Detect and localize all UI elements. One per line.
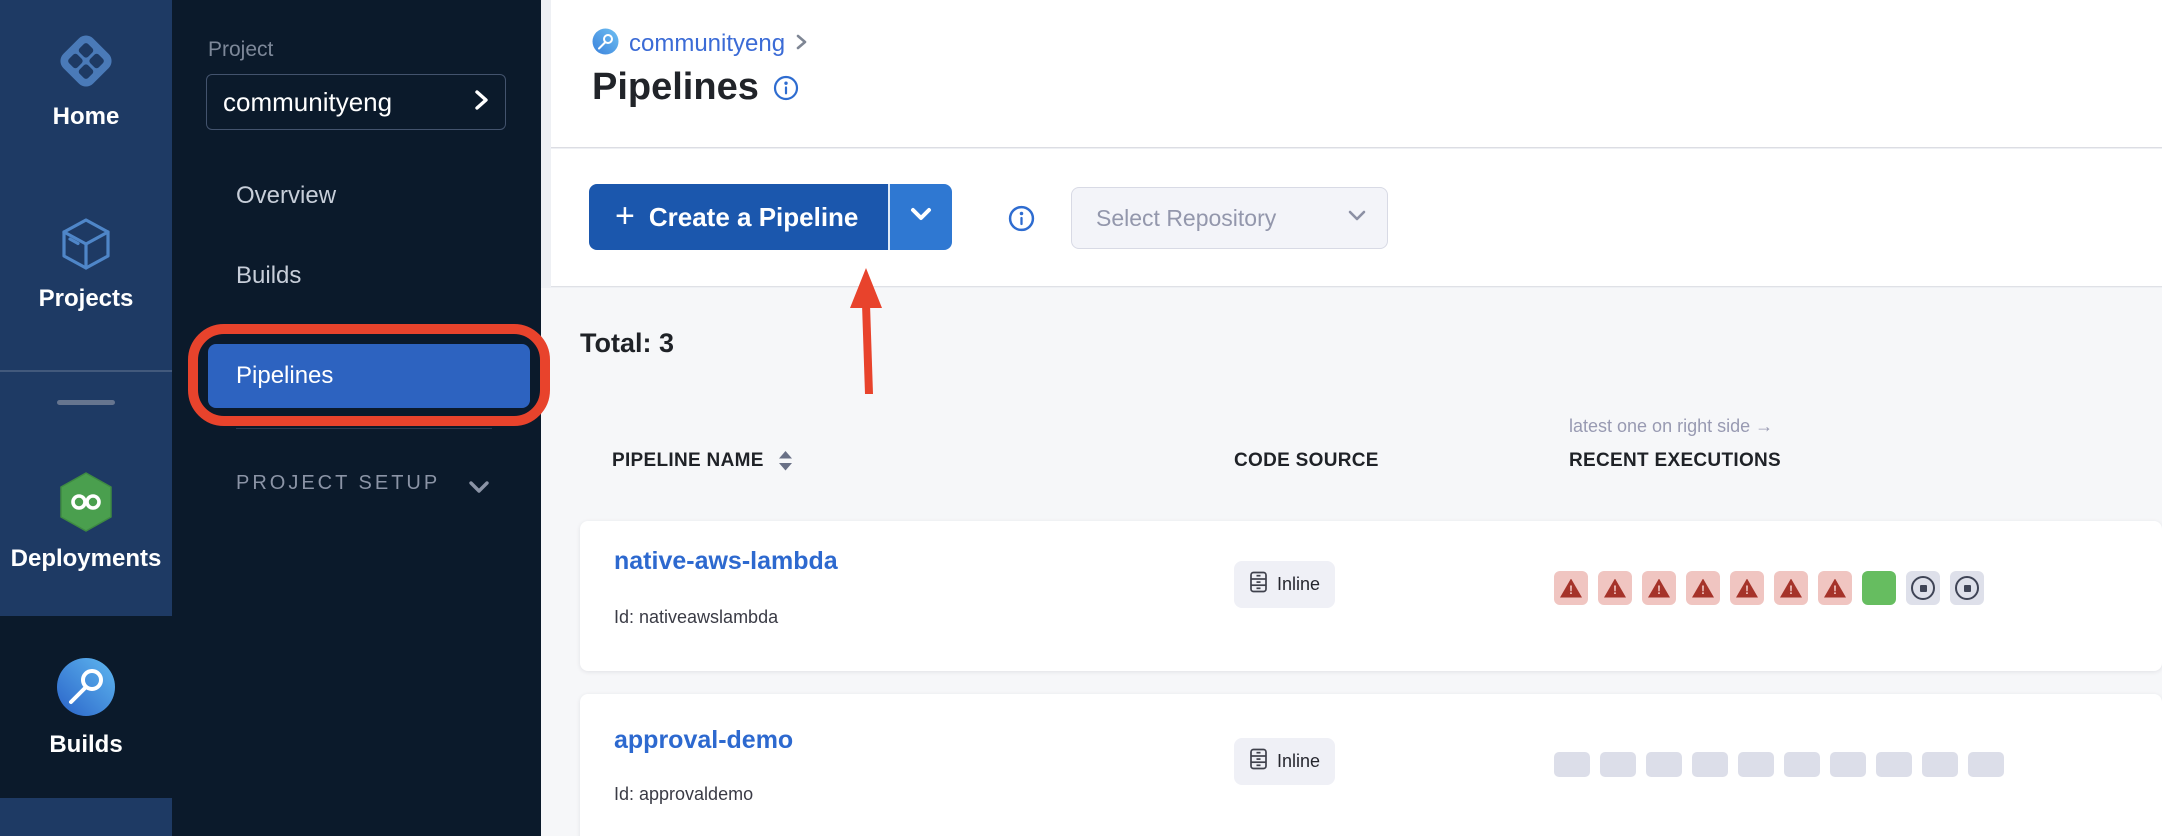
plus-icon: + — [615, 199, 635, 233]
create-pipeline-button[interactable]: + Create a Pipeline — [589, 184, 888, 250]
execution-empty-icon — [1876, 752, 1912, 777]
execution-success-icon[interactable] — [1862, 571, 1896, 605]
rail-item-label: Home — [0, 103, 172, 131]
page-title: Pipelines — [592, 66, 759, 109]
inline-store-icon — [1249, 748, 1268, 775]
deployments-hexagon-icon — [55, 521, 117, 538]
execution-empty-icon — [1738, 752, 1774, 777]
code-source-badge: Inline — [1234, 561, 1335, 608]
pipeline-row[interactable]: approval-demo Id: approvaldemo Inline — [580, 694, 2162, 836]
subnav-item-overview[interactable]: Overview — [236, 182, 336, 210]
execution-aborted-icon[interactable] — [1950, 571, 1984, 605]
project-avatar-icon — [592, 28, 619, 60]
rail-item-label: Projects — [0, 285, 172, 313]
pipeline-row[interactable]: native-aws-lambda Id: nativeawslambda In… — [580, 521, 2162, 671]
select-repository-value: Select Repository — [1096, 205, 1347, 232]
chevron-down-icon — [909, 207, 933, 227]
total-count: Total: 3 — [580, 328, 674, 359]
execution-empty-icon — [1830, 752, 1866, 777]
rail-item-label: Deployments — [0, 545, 172, 573]
rail-dash-divider — [57, 400, 115, 405]
recent-executions-strip — [1554, 752, 2004, 777]
rail-item-builds[interactable]: Builds — [0, 654, 172, 759]
execution-failed-icon[interactable]: ! — [1598, 571, 1632, 605]
create-pipeline-split-button: + Create a Pipeline — [589, 184, 952, 250]
create-pipeline-dropdown-button[interactable] — [888, 184, 952, 250]
code-source-label: Inline — [1277, 751, 1320, 772]
execution-failed-icon[interactable]: ! — [1818, 571, 1852, 605]
column-label: PIPELINE NAME — [612, 450, 764, 472]
rail-item-projects[interactable]: Projects — [0, 214, 172, 313]
execution-failed-icon[interactable]: ! — [1642, 571, 1676, 605]
chevron-down-icon[interactable] — [468, 480, 490, 499]
rail-item-deployments[interactable]: Deployments — [0, 470, 172, 573]
column-pipeline-name: PIPELINE NAME — [612, 450, 793, 472]
rail-section-divider — [0, 370, 172, 372]
pipelines-toolbar: + Create a Pipeline Select Repository — [551, 149, 2162, 287]
project-label: Project — [208, 38, 273, 62]
project-selector[interactable]: communityeng — [206, 74, 506, 130]
execution-failed-icon[interactable]: ! — [1730, 571, 1764, 605]
execution-empty-icon — [1692, 752, 1728, 777]
column-code-source: CODE SOURCE — [1234, 450, 1379, 472]
chevron-down-icon — [1347, 209, 1367, 227]
code-source-badge: Inline — [1234, 738, 1335, 785]
pipelines-page: Home Projects — [0, 0, 2162, 836]
builds-circle-icon — [54, 707, 118, 724]
execution-empty-icon — [1600, 752, 1636, 777]
info-icon[interactable] — [1008, 205, 1035, 232]
chevron-right-icon — [795, 33, 807, 56]
column-recent-executions: RECENT EXECUTIONS — [1569, 450, 1781, 472]
breadcrumb: communityeng — [592, 28, 807, 60]
page-header: communityeng Pipelines — [551, 0, 2162, 148]
latest-execution-hint: latest one on right side → — [1569, 416, 1773, 437]
breadcrumb-project-link[interactable]: communityeng — [629, 30, 785, 58]
subnav-item-label: Pipelines — [236, 362, 333, 390]
execution-empty-icon — [1554, 752, 1590, 777]
create-pipeline-label: Create a Pipeline — [649, 202, 859, 233]
sort-icon[interactable] — [778, 450, 793, 472]
subnav-item-builds[interactable]: Builds — [236, 262, 301, 290]
subnav-divider — [236, 428, 492, 429]
project-selector-value: communityeng — [223, 87, 474, 118]
inline-store-icon — [1249, 571, 1268, 598]
execution-empty-icon — [1922, 752, 1958, 777]
execution-empty-icon — [1784, 752, 1820, 777]
execution-empty-icon — [1646, 752, 1682, 777]
execution-failed-icon[interactable]: ! — [1554, 571, 1588, 605]
pipeline-name-link[interactable]: approval-demo — [614, 726, 793, 755]
execution-failed-icon[interactable]: ! — [1686, 571, 1720, 605]
subnav-item-pipelines[interactable]: Pipelines — [208, 344, 530, 408]
rail-item-home[interactable]: Home — [0, 30, 172, 131]
project-subnav: Project communityeng Overview Builds Pip… — [172, 0, 541, 836]
pipeline-name-link[interactable]: native-aws-lambda — [614, 547, 838, 576]
project-setup-label: PROJECT SETUP — [236, 472, 440, 494]
execution-failed-icon[interactable]: ! — [1774, 571, 1808, 605]
rail-item-label: Builds — [0, 731, 172, 759]
pipeline-id: Id: nativeawslambda — [614, 607, 778, 628]
project-setup-toggle[interactable]: PROJECT SETUP — [236, 472, 440, 495]
execution-aborted-icon[interactable] — [1906, 571, 1940, 605]
pipeline-id: Id: approvaldemo — [614, 784, 753, 805]
module-rail: Home Projects — [0, 0, 172, 836]
execution-empty-icon — [1968, 752, 2004, 777]
chevron-right-icon — [474, 88, 489, 117]
info-icon[interactable] — [773, 75, 799, 101]
harness-logo-icon — [56, 79, 116, 96]
pipeline-list: Total: 3 latest one on right side → PIPE… — [541, 288, 2162, 836]
code-source-label: Inline — [1277, 574, 1320, 595]
recent-executions-strip: !!!!!!! — [1554, 571, 1984, 605]
select-repository-dropdown[interactable]: Select Repository — [1071, 187, 1388, 249]
cube-icon — [57, 261, 115, 278]
